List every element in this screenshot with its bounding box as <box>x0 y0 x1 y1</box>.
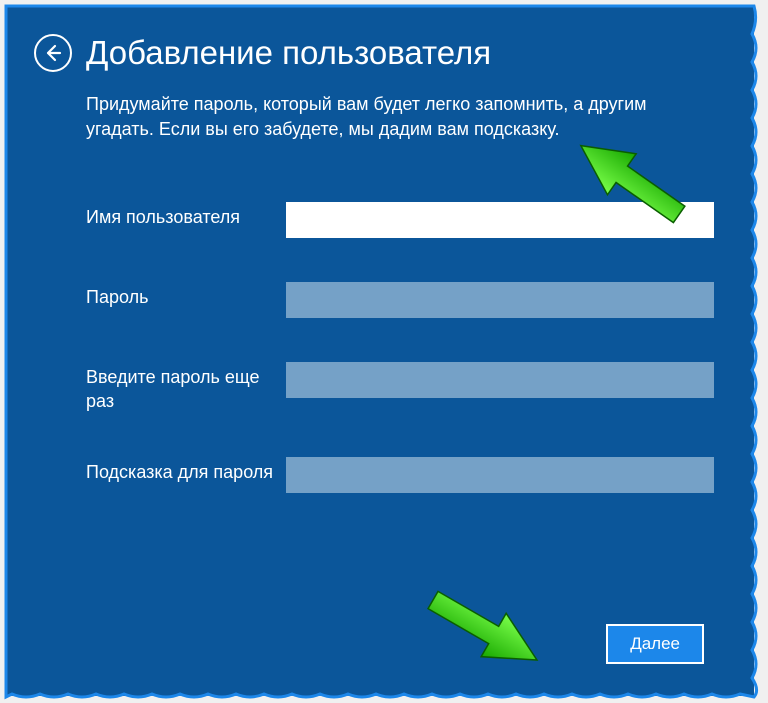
password-confirm-input[interactable] <box>286 362 714 398</box>
row-password: Пароль <box>86 282 714 318</box>
add-user-panel: Добавление пользователя Придумайте парол… <box>6 6 754 696</box>
back-button[interactable] <box>34 34 72 72</box>
password-input[interactable] <box>286 282 714 318</box>
header: Добавление пользователя <box>34 34 714 72</box>
description-text: Придумайте пароль, который вам будет лег… <box>86 92 714 142</box>
username-input[interactable] <box>286 202 714 238</box>
row-password-confirm: Введите пароль еще раз <box>86 362 714 413</box>
label-password-confirm: Введите пароль еще раз <box>86 362 286 413</box>
page-title: Добавление пользователя <box>86 34 491 72</box>
row-username: Имя пользователя <box>86 202 714 238</box>
footer: Далее <box>606 624 704 664</box>
label-username: Имя пользователя <box>86 202 286 229</box>
next-button[interactable]: Далее <box>606 624 704 664</box>
row-hint: Подсказка для пароля <box>86 457 714 493</box>
hint-input[interactable] <box>286 457 714 493</box>
label-password: Пароль <box>86 282 286 309</box>
label-hint: Подсказка для пароля <box>86 457 286 484</box>
form: Имя пользователя Пароль Введите пароль е… <box>86 202 714 493</box>
arrow-left-icon <box>43 43 63 63</box>
